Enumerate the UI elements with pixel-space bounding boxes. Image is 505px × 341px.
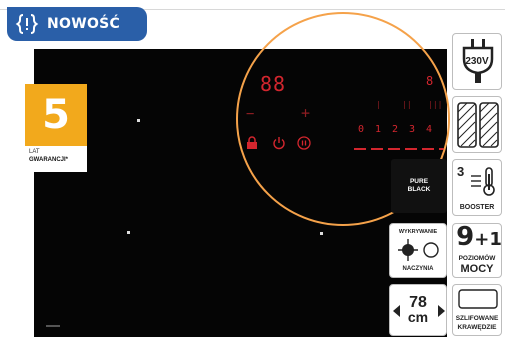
slider-segment <box>405 148 417 150</box>
glass-panels-icon <box>457 102 499 148</box>
slider-segment <box>422 148 434 150</box>
braces-alert-icon <box>15 14 39 34</box>
slider-mark: ||| <box>428 100 443 109</box>
pause-icon[interactable] <box>297 136 311 150</box>
slider-mark: | <box>376 100 381 109</box>
edges-tile: SZLIFOWANE KRAWĘDZIE <box>452 284 502 336</box>
timer-display: 88 <box>260 72 287 96</box>
slider-segment <box>354 148 366 150</box>
new-badge: NOWOŚĆ <box>7 7 147 41</box>
slider-segment <box>388 148 400 150</box>
power-icon[interactable] <box>272 136 286 150</box>
voltage-tile: 230V <box>452 33 502 90</box>
warranty-unit: LAT <box>29 149 40 155</box>
zone-display: 8 <box>426 74 434 88</box>
warranty-badge: 5 LAT GWARANCJI* <box>25 84 87 172</box>
pure-black-tile: PURE BLACK <box>391 159 447 213</box>
edges-line2: KRAWĘDZIE <box>457 324 497 331</box>
thermometer-icon <box>471 167 495 196</box>
lock-icon[interactable] <box>246 136 258 150</box>
pure-black-line1: PURE <box>409 178 429 185</box>
zone-marker <box>320 232 323 235</box>
detection-line1: WYKRYWANIE <box>398 229 438 235</box>
pot-detection-icon <box>398 239 439 261</box>
power-levels-plus: +1 <box>474 229 502 250</box>
power-levels-line2: MOCY <box>460 263 494 275</box>
width-tile: 78 cm <box>389 284 447 336</box>
glass-tile <box>452 96 502 153</box>
power-level-3[interactable]: 3 <box>409 124 415 135</box>
slider-mark: || <box>402 100 412 109</box>
power-levels-line1: POZIOMÓW <box>458 255 496 262</box>
booster-label: BOOSTER <box>459 204 495 211</box>
edges-line1: SZLIFOWANE <box>455 315 499 322</box>
power-levels-main: 9 <box>456 222 475 252</box>
power-level-2[interactable]: 2 <box>392 124 398 135</box>
brand-mark <box>46 325 60 327</box>
width-unit: cm <box>407 309 429 325</box>
booster-count: 3 <box>457 164 465 179</box>
ground-edges-icon <box>458 289 498 309</box>
slider-segment <box>371 148 383 150</box>
plus-touch-key[interactable]: + <box>301 104 310 122</box>
detection-line2: NACZYNIA <box>402 266 434 272</box>
zone-marker <box>127 231 130 234</box>
power-level-1[interactable]: 1 <box>375 124 381 135</box>
slider-segment <box>439 148 448 150</box>
power-level-0[interactable]: 0 <box>358 124 364 135</box>
minus-touch-key[interactable]: − <box>246 106 254 122</box>
pure-black-line2: BLACK <box>407 186 431 193</box>
warranty-years: 5 <box>25 84 87 146</box>
warranty-label: GWARANCJI* <box>29 157 69 163</box>
zone-marker <box>137 119 140 122</box>
voltage-value: 230V <box>465 56 489 67</box>
pot-detection-tile: WYKRYWANIE NACZYNIA <box>389 223 447 278</box>
power-level-4[interactable]: 4 <box>426 124 432 135</box>
booster-tile: 3 BOOSTER <box>452 159 502 216</box>
power-levels-tile: 9+1 POZIOMÓW MOCY <box>452 222 502 278</box>
new-badge-label: NOWOŚĆ <box>47 16 121 32</box>
